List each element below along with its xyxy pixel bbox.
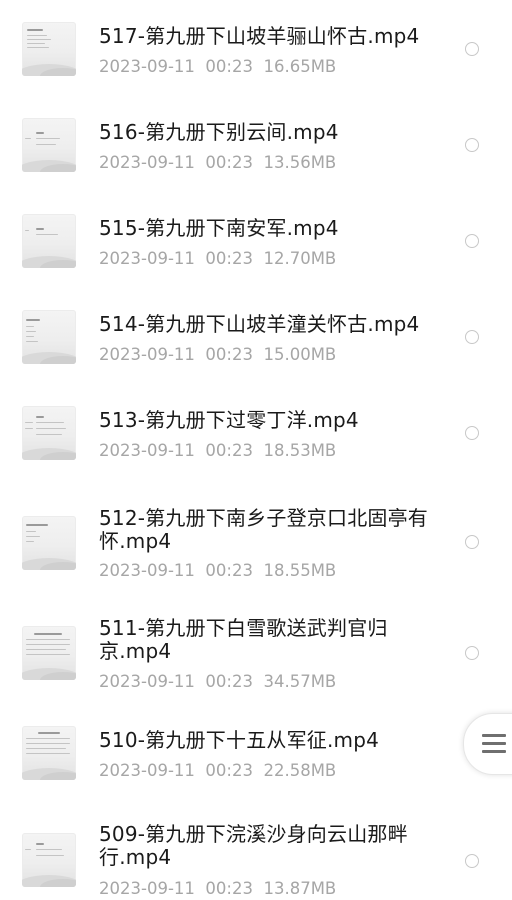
file-meta: 2023-09-11 00:23 13.56MB bbox=[99, 153, 336, 173]
video-thumbnail bbox=[22, 118, 76, 172]
file-name: 516-第九册下别云间.mp4 bbox=[99, 120, 339, 144]
file-time: 00:23 bbox=[205, 153, 253, 172]
select-radio[interactable] bbox=[465, 330, 479, 344]
file-name: 515-第九册下南安军.mp4 bbox=[99, 216, 339, 240]
file-date: 2023-09-11 bbox=[99, 761, 195, 780]
file-meta: 2023-09-11 00:23 16.65MB bbox=[99, 57, 336, 77]
file-size: 34.57MB bbox=[263, 672, 337, 691]
file-meta: 2023-09-11 00:23 18.55MB bbox=[99, 561, 336, 581]
file-size: 16.65MB bbox=[263, 57, 337, 76]
file-name: 513-第九册下过零丁洋.mp4 bbox=[99, 408, 359, 432]
file-size: 12.70MB bbox=[263, 249, 337, 268]
list-item[interactable]: 510-第九册下十五从军征.mp4 2023-09-11 00:23 22.58… bbox=[0, 712, 512, 808]
video-thumbnail bbox=[22, 310, 76, 364]
file-date: 2023-09-11 bbox=[99, 345, 195, 364]
video-thumbnail bbox=[22, 516, 76, 570]
select-radio[interactable] bbox=[465, 646, 479, 660]
file-name: 517-第九册下山坡羊骊山怀古.mp4 bbox=[99, 24, 420, 48]
list-item[interactable]: 517-第九册下山坡羊骊山怀古.mp4 2023-09-11 00:23 16.… bbox=[0, 0, 512, 96]
file-size: 18.55MB bbox=[263, 561, 337, 580]
list-item[interactable]: 511-第九册下白雪歌送武判官归京.mp4 2023-09-11 00:23 3… bbox=[0, 600, 512, 712]
list-item[interactable]: 512-第九册下南乡子登京口北固亭有怀.mp4 2023-09-11 00:23… bbox=[0, 480, 512, 600]
list-item[interactable]: 515-第九册下南安军.mp4 2023-09-11 00:23 12.70MB bbox=[0, 192, 512, 288]
file-date: 2023-09-11 bbox=[99, 249, 195, 268]
file-name: 510-第九册下十五从军征.mp4 bbox=[99, 728, 380, 752]
video-thumbnail bbox=[22, 626, 76, 680]
list-item[interactable]: 516-第九册下别云间.mp4 2023-09-11 00:23 13.56MB bbox=[0, 96, 512, 192]
file-time: 00:23 bbox=[205, 441, 253, 460]
file-time: 00:23 bbox=[205, 249, 253, 268]
file-time: 00:23 bbox=[205, 879, 253, 898]
file-size: 15.00MB bbox=[263, 345, 337, 364]
file-size: 13.56MB bbox=[263, 153, 337, 172]
file-time: 00:23 bbox=[205, 345, 253, 364]
file-date: 2023-09-11 bbox=[99, 672, 195, 691]
file-name: 511-第九册下白雪歌送武判官归京.mp4 bbox=[99, 616, 388, 663]
file-date: 2023-09-11 bbox=[99, 561, 195, 580]
select-radio[interactable] bbox=[465, 42, 479, 56]
file-date: 2023-09-11 bbox=[99, 57, 195, 76]
file-meta: 2023-09-11 00:23 12.70MB bbox=[99, 249, 336, 269]
video-thumbnail bbox=[22, 22, 76, 76]
select-radio[interactable] bbox=[465, 854, 479, 868]
file-meta: 2023-09-11 00:23 34.57MB bbox=[99, 672, 336, 692]
file-meta: 2023-09-11 00:23 18.53MB bbox=[99, 441, 336, 461]
file-name: 514-第九册下山坡羊潼关怀古.mp4 bbox=[99, 312, 420, 336]
file-name: 509-第九册下浣溪沙身向云山那畔行.mp4 bbox=[99, 822, 408, 869]
file-meta: 2023-09-11 00:23 13.87MB bbox=[99, 879, 336, 899]
file-date: 2023-09-11 bbox=[99, 153, 195, 172]
file-list: 517-第九册下山坡羊骊山怀古.mp4 2023-09-11 00:23 16.… bbox=[0, 0, 512, 900]
video-thumbnail bbox=[22, 214, 76, 268]
file-date: 2023-09-11 bbox=[99, 879, 195, 898]
file-time: 00:23 bbox=[205, 561, 253, 580]
file-size: 18.53MB bbox=[263, 441, 337, 460]
file-time: 00:23 bbox=[205, 57, 253, 76]
video-thumbnail bbox=[22, 406, 76, 460]
file-size: 22.58MB bbox=[263, 761, 337, 780]
file-meta: 2023-09-11 00:23 15.00MB bbox=[99, 345, 336, 365]
file-meta: 2023-09-11 00:23 22.58MB bbox=[99, 761, 336, 781]
file-time: 00:23 bbox=[205, 672, 253, 691]
file-name: 512-第九册下南乡子登京口北固亭有怀.mp4 bbox=[99, 506, 428, 553]
file-size: 13.87MB bbox=[263, 879, 337, 898]
list-item[interactable]: 509-第九册下浣溪沙身向云山那畔行.mp4 2023-09-11 00:23 … bbox=[0, 808, 512, 900]
video-thumbnail bbox=[22, 726, 76, 780]
select-radio[interactable] bbox=[465, 535, 479, 549]
file-time: 00:23 bbox=[205, 761, 253, 780]
select-radio[interactable] bbox=[465, 138, 479, 152]
file-date: 2023-09-11 bbox=[99, 441, 195, 460]
list-item[interactable]: 513-第九册下过零丁洋.mp4 2023-09-11 00:23 18.53M… bbox=[0, 384, 512, 480]
floating-menu-button[interactable] bbox=[463, 713, 512, 775]
video-thumbnail bbox=[22, 833, 76, 887]
select-radio[interactable] bbox=[465, 234, 479, 248]
list-item[interactable]: 514-第九册下山坡羊潼关怀古.mp4 2023-09-11 00:23 15.… bbox=[0, 288, 512, 384]
select-radio[interactable] bbox=[465, 426, 479, 440]
